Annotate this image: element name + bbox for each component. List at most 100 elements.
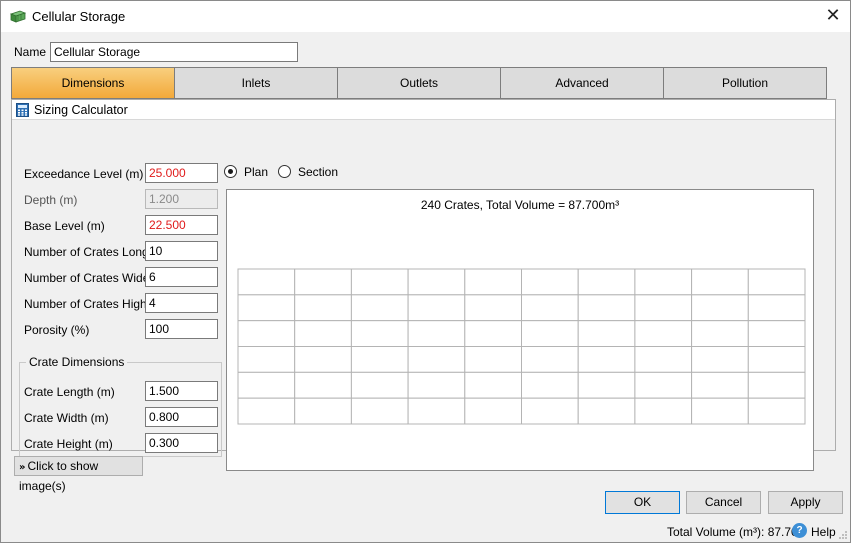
crate-grid <box>237 268 806 425</box>
crates-wide-input[interactable]: 6 <box>145 267 218 287</box>
base-level-label: Base Level (m) <box>24 219 105 233</box>
calculator-icon <box>16 103 29 117</box>
crate-height-input[interactable]: 0.300 <box>145 433 218 453</box>
cellular-storage-icon <box>10 10 26 23</box>
crate-cell <box>634 397 693 425</box>
crate-cell <box>577 268 636 296</box>
plan-radio-dot <box>228 169 233 174</box>
crate-cell <box>747 268 806 296</box>
crate-cell <box>577 294 636 322</box>
crate-cell <box>634 294 693 322</box>
crate-cell <box>350 268 409 296</box>
crate-cell <box>634 320 693 347</box>
tab-dimensions[interactable]: Dimensions <box>11 67 175 99</box>
crate-width-label: Crate Width (m) <box>24 411 109 425</box>
close-button[interactable]: ✕ <box>822 5 844 27</box>
help-icon[interactable]: ? <box>792 523 807 538</box>
window-title: Cellular Storage <box>32 9 126 24</box>
crate-cell <box>350 320 409 347</box>
crate-layout-canvas: 240 Crates, Total Volume = 87.700m³ <box>226 189 814 471</box>
crate-height-label: Crate Height (m) <box>24 437 113 451</box>
tab-advanced[interactable]: Advanced <box>500 67 664 99</box>
crate-cell <box>521 397 579 425</box>
tab-inlets[interactable]: Inlets <box>174 67 338 99</box>
crate-cell <box>691 397 749 425</box>
crates-high-input[interactable]: 4 <box>145 293 218 313</box>
name-input[interactable]: Cellular Storage <box>50 42 298 62</box>
base-level-input[interactable]: 22.500 <box>145 215 218 235</box>
crate-cell <box>634 268 693 296</box>
crate-cell <box>294 268 352 296</box>
crate-cell <box>634 346 693 373</box>
crate-cell <box>294 371 352 399</box>
depth-label: Depth (m) <box>24 193 78 207</box>
double-chevron-down-icon: » <box>19 462 26 473</box>
crate-cell <box>464 268 523 296</box>
crate-cell <box>577 346 636 373</box>
crates-long-input[interactable]: 10 <box>145 241 218 261</box>
crate-cell <box>747 371 806 399</box>
porosity-label: Porosity (%) <box>24 323 90 337</box>
crate-cell <box>691 320 749 347</box>
crate-cell <box>237 268 296 296</box>
crate-cell <box>464 397 523 425</box>
canvas-caption: 240 Crates, Total Volume = 87.700m³ <box>420 198 620 212</box>
crate-cell <box>350 294 409 322</box>
title-bar: Cellular Storage ✕ <box>1 1 850 32</box>
tab-outlets[interactable]: Outlets <box>337 67 501 99</box>
porosity-input[interactable]: 100 <box>145 319 218 339</box>
tab-pollution[interactable]: Pollution <box>663 67 827 99</box>
resize-grip-icon[interactable] <box>838 530 848 540</box>
crate-dimensions-legend: Crate Dimensions <box>26 355 128 369</box>
crate-cell <box>407 397 466 425</box>
crate-length-input[interactable]: 1.500 <box>145 381 218 401</box>
crates-long-label: Number of Crates Long <box>24 245 149 259</box>
plan-label[interactable]: Plan <box>244 165 268 179</box>
crates-high-label: Number of Crates High <box>24 297 147 311</box>
crates-wide-label: Number of Crates Wide <box>24 271 150 285</box>
crate-cell <box>407 346 466 373</box>
crate-cell <box>464 346 523 373</box>
crate-cell <box>577 320 636 347</box>
crate-cell <box>577 371 636 399</box>
crate-cell <box>407 268 466 296</box>
crate-cell <box>294 320 352 347</box>
panel-title: Sizing Calculator <box>34 103 128 117</box>
crate-width-input[interactable]: 0.800 <box>145 407 218 427</box>
crate-cell <box>237 320 296 347</box>
section-radio[interactable] <box>278 165 291 178</box>
name-label: Name <box>14 45 47 59</box>
crate-cell <box>747 346 806 373</box>
crate-cell <box>521 320 579 347</box>
crate-cell <box>747 320 806 347</box>
exceedance-level-label: Exceedance Level (m) <box>24 167 144 181</box>
cancel-button[interactable]: Cancel <box>686 491 761 514</box>
sizing-calculator-panel: Sizing Calculator Exceedance Level (m) 2… <box>11 99 836 471</box>
crate-cell <box>237 346 296 373</box>
crate-cell <box>691 268 749 296</box>
crate-cell <box>237 397 296 425</box>
section-label[interactable]: Section <box>298 165 338 179</box>
plan-radio[interactable] <box>224 165 237 178</box>
crate-cell <box>407 371 466 399</box>
crate-cell <box>237 371 296 399</box>
crate-cell <box>294 346 352 373</box>
depth-input: 1.200 <box>145 189 218 209</box>
crate-cell <box>407 294 466 322</box>
crate-cell <box>464 371 523 399</box>
apply-button[interactable]: Apply <box>768 491 843 514</box>
panel-header: Sizing Calculator <box>12 100 835 120</box>
cellular-storage-dialog: Cellular Storage ✕ Name Cellular Storage… <box>0 0 851 543</box>
crate-cell <box>350 397 409 425</box>
crate-cell <box>521 268 579 296</box>
tab-strip: Dimensions Inlets Outlets Advanced Pollu… <box>11 67 827 99</box>
close-icon: ✕ <box>825 5 841 26</box>
ok-button[interactable]: OK <box>605 491 680 514</box>
show-images-label: Click to show image(s) <box>19 459 99 493</box>
crate-cell <box>577 397 636 425</box>
crate-cell <box>294 294 352 322</box>
crate-cell <box>521 371 579 399</box>
show-images-button[interactable]: » Click to show image(s) <box>14 456 143 493</box>
exceedance-level-input[interactable]: 25.000 <box>145 163 218 183</box>
help-link[interactable]: Help <box>811 525 836 539</box>
